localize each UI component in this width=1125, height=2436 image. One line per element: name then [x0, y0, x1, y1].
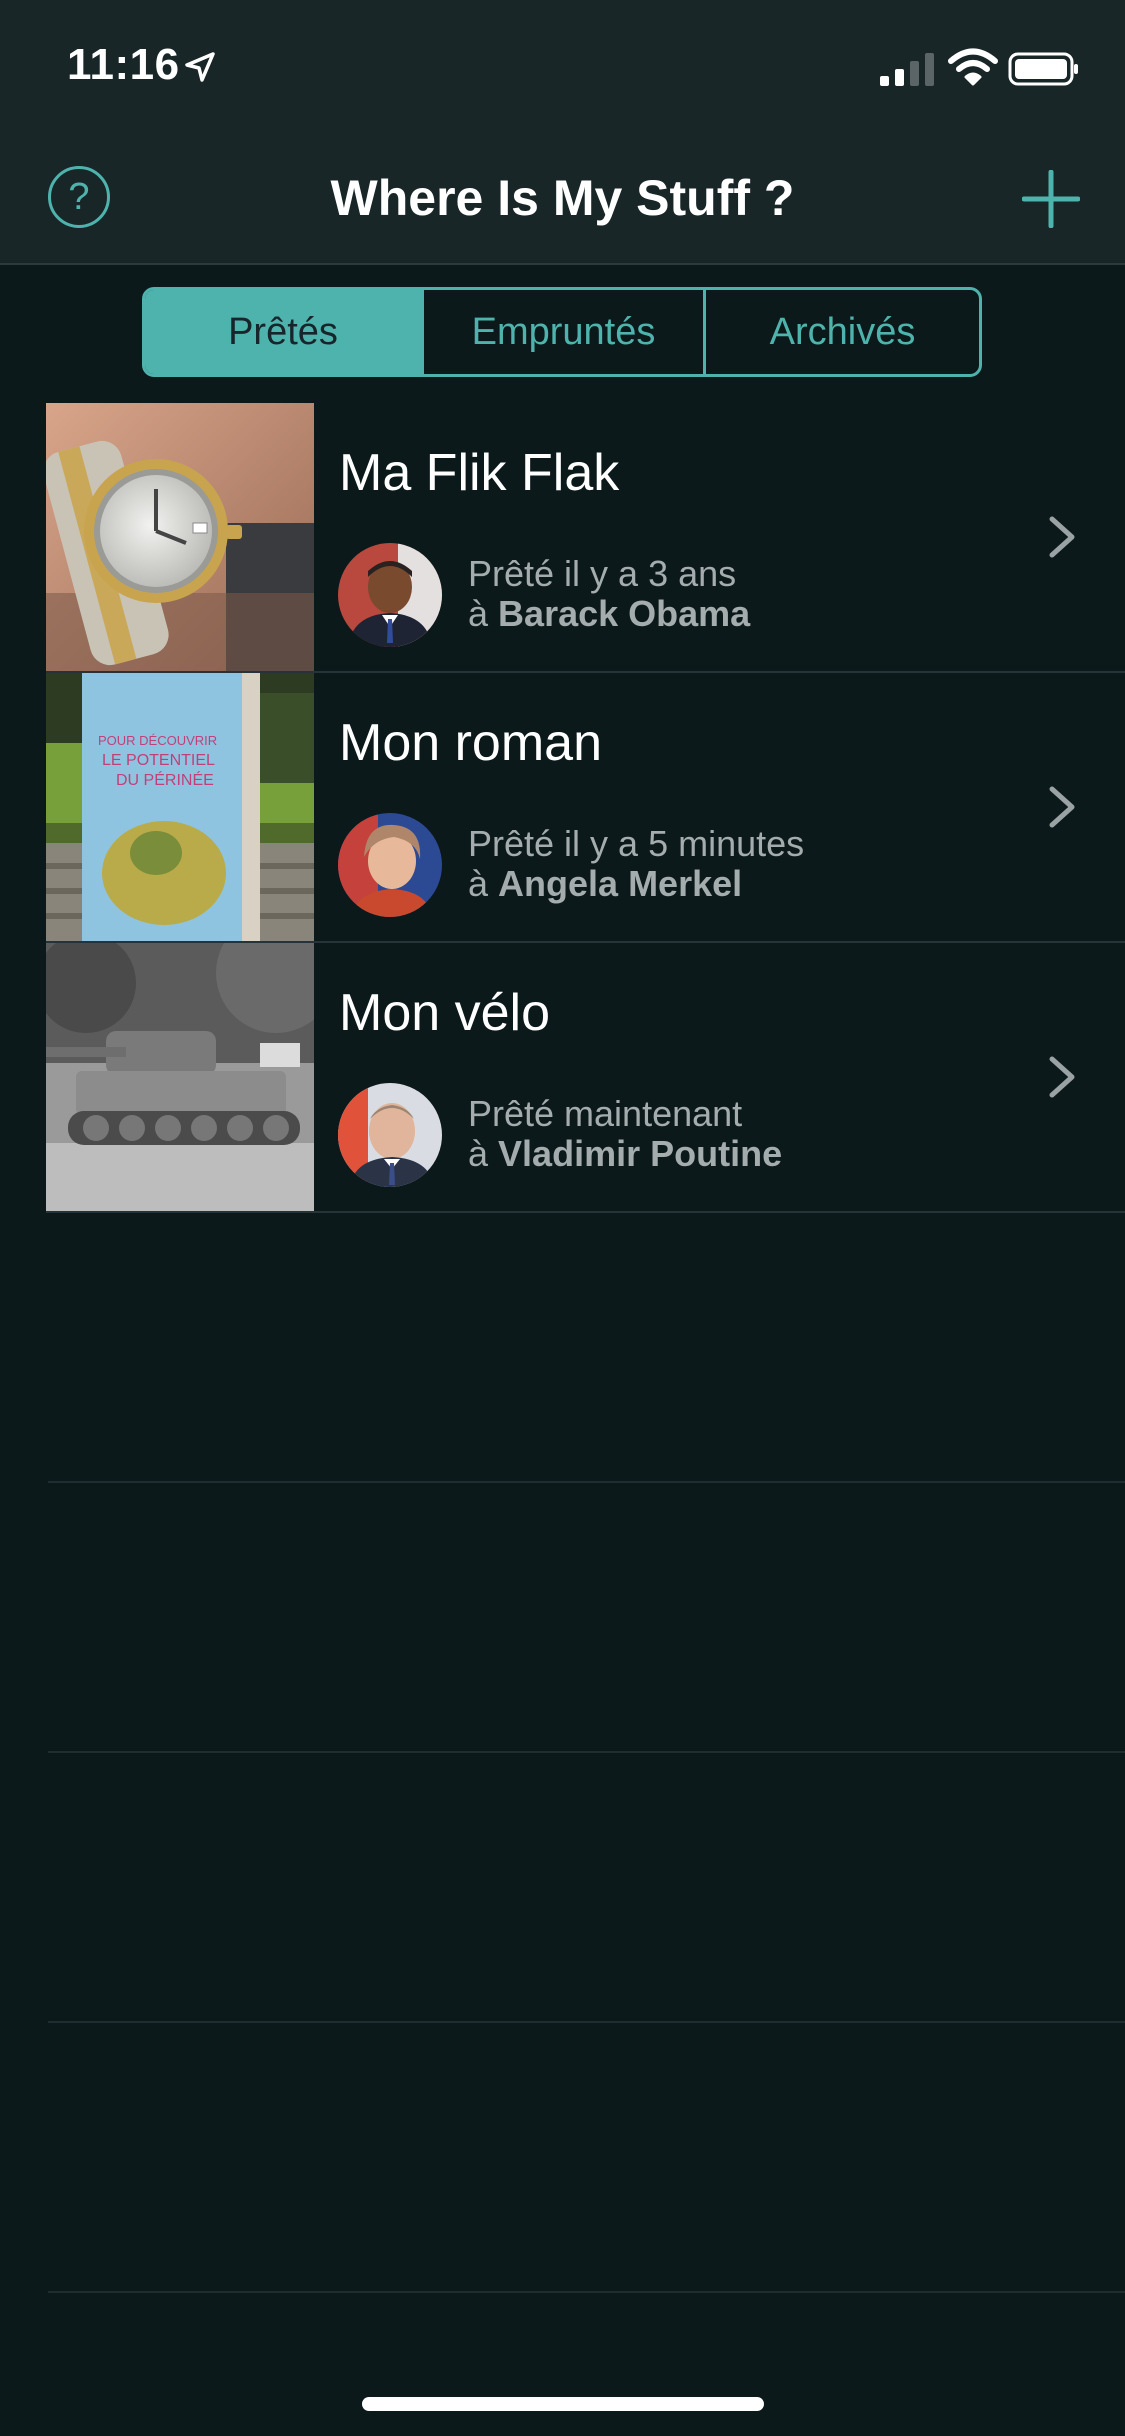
- empty-row-divider: [48, 2021, 1125, 2023]
- list-item[interactable]: POUR DÉCOUVRIR LE POTENTIEL DU PÉRINÉE M…: [46, 673, 1125, 941]
- app-screen: 11:16 ? Where Is My Stuff ? Prêtés Empru…: [0, 0, 1125, 2436]
- cellular-signal-icon: [880, 53, 934, 86]
- wifi-icon: [948, 48, 998, 86]
- loan-status: Prêté il y a 5 minutes: [468, 823, 805, 864]
- empty-row-divider: [48, 1751, 1125, 1753]
- loan-person: à Vladimir Poutine: [468, 1133, 782, 1175]
- borrower-name: Vladimir Poutine: [498, 1133, 783, 1174]
- borrower-name: Angela Merkel: [498, 863, 743, 904]
- tank-photo: [46, 943, 314, 1211]
- list-item[interactable]: Ma Flik Flak Prêté il y a 3 ans à Barack…: [46, 403, 1125, 671]
- empty-row-divider: [48, 2291, 1125, 2293]
- tab-pretes[interactable]: Prêtés: [145, 290, 421, 374]
- page-title: Where Is My Stuff ?: [330, 170, 795, 226]
- segmented-control: Prêtés Empruntés Archivés: [142, 287, 982, 377]
- home-indicator[interactable]: [362, 2397, 764, 2411]
- battery-icon: [1008, 52, 1078, 86]
- barack-obama-avatar: [338, 543, 442, 647]
- watch-photo: [46, 403, 314, 671]
- tab-archives[interactable]: Archivés: [703, 290, 979, 374]
- loan-person: à Angela Merkel: [468, 863, 742, 905]
- loan-status: Prêté maintenant: [468, 1093, 743, 1134]
- book-photo: POUR DÉCOUVRIR LE POTENTIEL DU PÉRINÉE: [46, 673, 314, 941]
- status-time: 11:16: [67, 40, 180, 89]
- borrower-name: Barack Obama: [498, 593, 751, 634]
- empty-row-divider: [48, 1481, 1125, 1483]
- loan-prefix: à: [468, 1133, 489, 1174]
- vladimir-poutine-avatar: [338, 1083, 442, 1187]
- header-divider: [0, 263, 1125, 265]
- item-title: Mon vélo: [339, 984, 550, 1042]
- loan-status: Prêté il y a 3 ans: [468, 553, 737, 594]
- plus-icon[interactable]: [1022, 170, 1080, 228]
- loan-prefix: à: [468, 593, 489, 634]
- svg-text:POUR DÉCOUVRIR: POUR DÉCOUVRIR: [98, 733, 217, 748]
- item-title: Ma Flik Flak: [339, 444, 620, 502]
- tab-empruntes[interactable]: Empruntés: [421, 290, 703, 374]
- chevron-right-icon: [1049, 1056, 1075, 1098]
- angela-merkel-avatar: [338, 813, 442, 917]
- chevron-right-icon: [1049, 516, 1075, 558]
- location-arrow-icon: [185, 52, 215, 82]
- list-item[interactable]: Mon vélo Prêté maintenant à Vladimir Pou…: [46, 943, 1125, 1211]
- chevron-right-icon: [1049, 786, 1075, 828]
- svg-text:LE POTENTIEL: LE POTENTIEL: [102, 752, 215, 769]
- row-divider: [46, 1211, 1125, 1213]
- loan-prefix: à: [468, 863, 489, 904]
- loan-person: à Barack Obama: [468, 593, 750, 635]
- item-title: Mon roman: [339, 714, 602, 772]
- svg-text:DU PÉRINÉE: DU PÉRINÉE: [116, 770, 214, 789]
